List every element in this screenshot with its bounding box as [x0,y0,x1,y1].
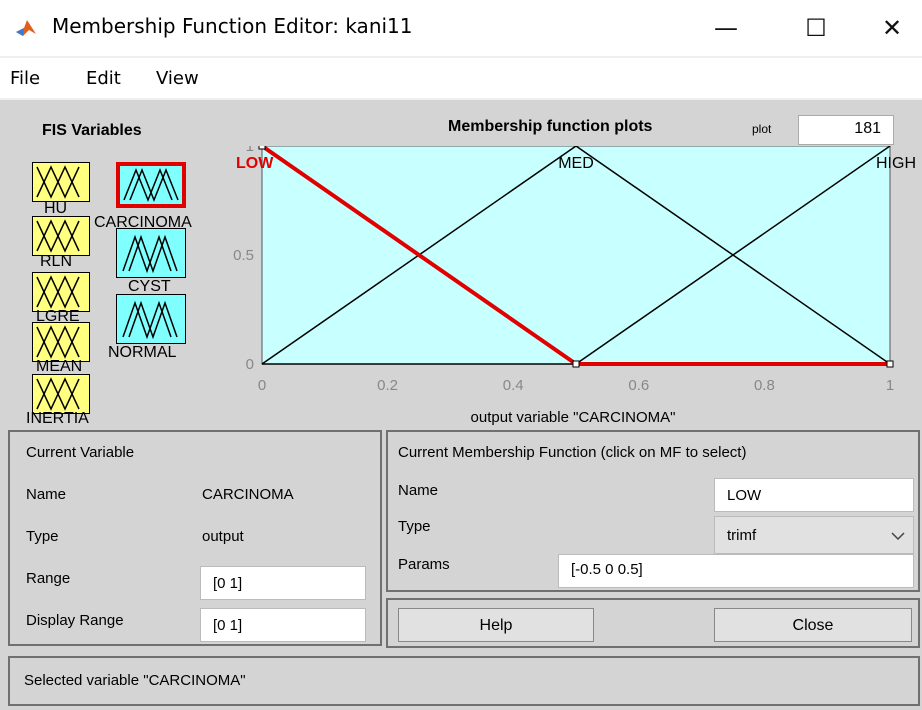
variable-type-value: output [202,528,244,545]
mf-label-high[interactable]: HIGH [876,155,916,172]
mf-shape-icon [36,219,80,253]
mf-vertex-handle[interactable] [572,360,580,368]
mf-shape-icon [36,165,80,199]
menu-bar [0,58,922,98]
mf-params-input[interactable]: [-0.5 0 0.5] [558,554,914,588]
mf-name-input[interactable]: LOW [714,478,914,512]
display-range-label: Display Range [26,612,124,629]
minimize-icon[interactable]: — [696,6,756,50]
input-variable-inertia[interactable] [32,374,90,414]
close-icon[interactable]: ✕ [862,6,922,50]
x-tick-label: 1 [886,377,894,394]
output-variable-normal[interactable] [116,294,186,344]
menu-edit[interactable]: Edit [86,68,121,89]
plot-points-label: plot [752,122,772,136]
input-variable-hu[interactable] [32,162,90,202]
maximize-icon[interactable]: ☐ [786,6,846,50]
mf-type-select[interactable]: trimf [714,516,914,554]
window-title: Membership Function Editor: kani11 [52,14,413,38]
y-tick-label: 0.5 [233,247,254,264]
mf-type-value: trimf [727,527,757,544]
x-axis-label: output variable "CARCINOMA" [471,409,676,426]
mf-shape-icon [36,275,80,309]
x-tick-label: 0 [258,377,266,394]
help-button[interactable]: Help [398,608,594,642]
close-button[interactable]: Close [714,608,912,642]
current-variable-title: Current Variable [26,444,135,461]
output-variable-carcinoma[interactable] [116,162,186,208]
x-tick-label: 0.4 [503,377,524,394]
mf-label-med[interactable]: MED [558,155,594,172]
membership-function-chart[interactable]: LOW MED HIGH 0 0.2 0.4 0.6 0.8 1 0 0.5 1 output va… [218,146,922,430]
mf-type-label: Type [398,518,431,535]
range-label: Range [26,570,71,587]
variable-name-value: CARCINOMA [202,486,294,503]
input-variable-mean[interactable] [32,322,90,362]
input-variable-label: RLN [40,253,73,270]
chevron-down-icon [891,532,905,541]
mf-shape-icon [36,377,80,411]
x-tick-label: 0.8 [754,377,775,394]
mf-name-label: Name [398,482,439,499]
mf-vertex-handle[interactable] [886,360,894,368]
title-bar: Membership Function Editor: kani11 — ☐ ✕ [0,0,922,56]
plot-title: Membership function plots [448,118,653,135]
range-input[interactable]: [0 1] [200,566,366,600]
matlab-app-icon [16,20,36,36]
y-tick-label: 1 [246,146,254,155]
menu-view[interactable]: View [156,68,199,89]
menu-file[interactable]: File [10,68,40,89]
current-mf-title: Current Membership Function (click on MF… [398,444,747,461]
x-tick-label: 0.2 [377,377,398,394]
mf-params-label: Params [398,556,450,573]
mf-vertex-handle[interactable] [258,146,266,150]
plot-area [261,146,891,365]
fis-variables-title: FIS Variables [42,122,142,139]
output-variable-cyst[interactable] [116,228,186,278]
type-label: Type [26,528,59,545]
input-variable-label: INERTIA [26,410,89,424]
mf-shape-icon [36,325,80,359]
mf-shape-icon [122,300,178,340]
plot-points-input[interactable]: 181 [798,115,894,145]
name-label: Name [26,486,67,503]
display-range-input[interactable]: [0 1] [200,608,366,642]
mf-label-low[interactable]: LOW [236,155,274,172]
status-text: Selected variable "CARCINOMA" [24,672,246,689]
y-tick-label: 0 [246,356,254,373]
output-variable-label: NORMAL [108,344,177,361]
mf-shape-icon [122,234,178,274]
mf-shape-icon [123,167,179,203]
input-variable-rln[interactable] [32,216,90,256]
x-tick-label: 0.6 [628,377,649,394]
input-variable-lgre[interactable] [32,272,90,312]
